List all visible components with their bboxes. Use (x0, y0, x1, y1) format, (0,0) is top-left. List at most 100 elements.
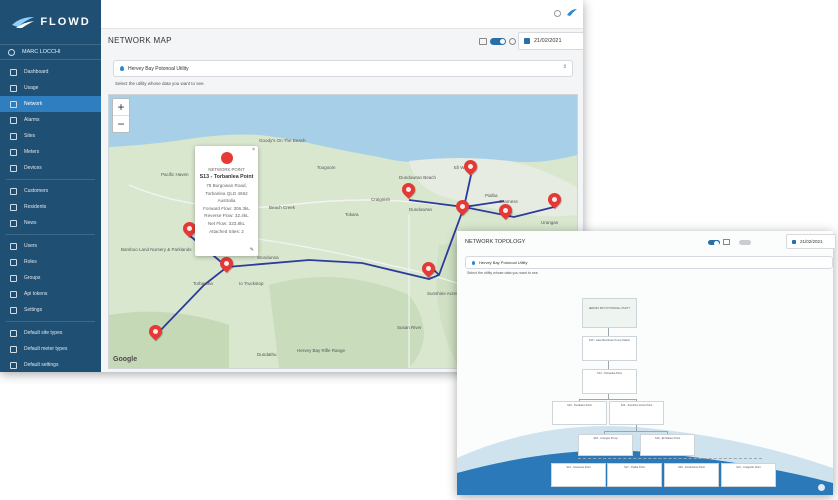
topology-switch-on[interactable] (708, 239, 720, 246)
sidebar-item-label: Sites (24, 133, 36, 139)
sidebar-item-label: Groups (24, 275, 41, 281)
site-types-icon (10, 329, 17, 337)
sidebar-item-groups[interactable]: Groups (0, 270, 101, 286)
sidebar-item-label: Default meter types (24, 346, 68, 352)
select-arrows-icon: ⇕ (562, 64, 567, 70)
topology-node[interactable]: S16 - Dundathu Point (552, 401, 607, 425)
map-label-susan-river: Susan River (397, 325, 422, 330)
sidebar-item-label: Dashboard (24, 69, 49, 75)
sidebar-item-label: Usage (24, 85, 39, 91)
node-label: HERVEY BAY POTONOAL UTILITY (588, 307, 631, 310)
info-icon[interactable] (818, 484, 825, 491)
topology-node[interactable]: S17 - Pialba Point (607, 463, 662, 487)
alarm-icon (10, 116, 17, 124)
sidebar-item-devices[interactable]: Devices (0, 160, 101, 176)
topology-node[interactable]: S15 - Lake Monduran Pump Station (582, 336, 637, 361)
sidebar-divider (6, 234, 95, 235)
sidebar-item-default-meter-types[interactable]: Default meter types (0, 341, 101, 357)
map-label-tokara: Tokara (345, 212, 359, 217)
zoom-out-button[interactable]: − (113, 115, 129, 132)
map-label-io-truck: Io Truckstop (239, 281, 264, 286)
popup-address-line1: 78 Burgowan Road, (206, 183, 247, 188)
view-switch[interactable] (490, 38, 506, 45)
news-icon (10, 219, 17, 227)
sidebar-item-customers[interactable]: Customers (0, 183, 101, 199)
topology-node[interactable]: S19 - Eli Waters Point (640, 434, 695, 456)
sidebar-item-news[interactable]: News (0, 215, 101, 231)
map-label-dundowran-beach: Dundowran Beach (399, 175, 437, 180)
node-label: S13 - Torbanlea Point (597, 372, 622, 375)
utility-select-value: Hervey Bay Potonoal Utility (128, 65, 189, 72)
node-label: S12 - Scarness Point (566, 466, 591, 469)
sidebar-item-users[interactable]: Users (0, 238, 101, 254)
node-label: S16 - Dundathu Point (567, 404, 592, 407)
roles-icon (10, 258, 17, 266)
sidebar-item-residents[interactable]: Residents (0, 199, 101, 215)
calendar-icon (792, 239, 796, 244)
sidebar-item-dashboard[interactable]: Dashboard (0, 64, 101, 80)
usage-icon (10, 84, 17, 92)
app-logo[interactable]: FLOWD (0, 0, 101, 45)
page-title: NETWORK MAP (108, 36, 172, 45)
sidebar-nav: Dashboard Usage Network Alarms Sites Meters De… (0, 64, 101, 372)
sidebar-item-label: Meters (24, 149, 40, 155)
flowd-logo-icon (12, 17, 35, 28)
topology-node[interactable]: S18 - Urangan Pump (578, 434, 633, 456)
topology-switch-off[interactable] (739, 239, 751, 245)
utility-select[interactable]: Hervey Bay Potonoal Utility ⇕ (113, 60, 573, 77)
topology-node[interactable]: S13 - Torbanlea Point (582, 369, 637, 394)
flowd-mini-logo-icon[interactable] (566, 8, 578, 17)
sidebar-item-meters[interactable]: Meters (0, 144, 101, 160)
map-label-range: Hervey Bay Rifle Range (297, 348, 346, 353)
sidebar-item-default-settings[interactable]: Default settings (0, 357, 101, 372)
date-picker[interactable]: 21/02/2021 (518, 32, 584, 50)
sidebar-item-api-tokens[interactable]: Api tokens (0, 286, 101, 302)
popup-point-name: S13 - Torbanlea Point (199, 174, 254, 180)
app-name: FLOWD (40, 16, 91, 28)
refresh-icon[interactable] (554, 10, 561, 17)
sidebar-item-label: Alarms (24, 117, 40, 123)
map-label-beach-creek: Beach Creek (269, 205, 296, 210)
sidebar-item-label: Users (24, 243, 38, 249)
sidebar-item-alarms[interactable]: Alarms (0, 112, 101, 128)
topology-node[interactable]: S12 - Scarness Point (551, 463, 606, 487)
topology-title: NETWORK TOPOLOGY (465, 239, 526, 245)
topology-node-root[interactable]: HERVEY BAY POTONOAL UTILITY (582, 298, 637, 328)
network-icon (10, 100, 17, 108)
topology-node[interactable]: S14 - Sunshine Acres Point (609, 401, 664, 425)
meter-types-icon (10, 345, 17, 353)
map-label-toogoom: Toogoom (317, 165, 336, 170)
network-point-popup: × NETWORK POINT S13 - Torbanlea Point 78… (195, 146, 258, 256)
top-bar (101, 0, 583, 29)
topology-helper-text: Select the utility whose data you want t… (467, 271, 539, 275)
map-label-craignish: Craignish (371, 197, 391, 202)
popup-kind: NETWORK POINT (208, 167, 245, 172)
sidebar-item-usage[interactable]: Usage (0, 80, 101, 96)
sidebar-item-roles[interactable]: Roles (0, 254, 101, 270)
customers-icon (10, 187, 17, 195)
sites-icon (10, 132, 17, 140)
users-icon (10, 242, 17, 250)
view-toggle[interactable] (479, 38, 516, 45)
edit-icon[interactable]: ✎ (250, 247, 254, 253)
topology-view-toggle[interactable] (708, 239, 751, 246)
network-view-icon (479, 38, 487, 45)
sidebar-item-sites[interactable]: Sites (0, 128, 101, 144)
water-drop-icon (472, 260, 475, 265)
popup-close-button[interactable]: × (252, 147, 255, 153)
map-label-dundowran: Dundowran (409, 207, 433, 212)
sidebar-item-settings[interactable]: Settings (0, 302, 101, 318)
map-label-pialba: Pialba (485, 193, 498, 198)
topology-node[interactable]: S20 - Dundowran Point (664, 463, 719, 487)
topology-node[interactable]: S21 - Craignish Point (721, 463, 776, 487)
sidebar-item-default-site-types[interactable]: Default site types (0, 325, 101, 341)
popup-forward-flow: Forward Flow: 306.3kL (203, 205, 250, 211)
map-label-dundathu: Dundathu (257, 352, 277, 357)
sidebar-item-network[interactable]: Network (0, 96, 101, 112)
map-label-sunshine-acres: Sunshine Acres (427, 291, 459, 296)
user-menu[interactable]: MARC LOCCHI (0, 45, 101, 60)
topology-utility-select[interactable]: Hervey Bay Potonoal Utility (465, 256, 833, 269)
zoom-in-button[interactable]: + (113, 99, 129, 115)
topology-date-picker[interactable]: 21/02/2021 (786, 234, 836, 249)
google-attribution: Google (113, 356, 138, 363)
